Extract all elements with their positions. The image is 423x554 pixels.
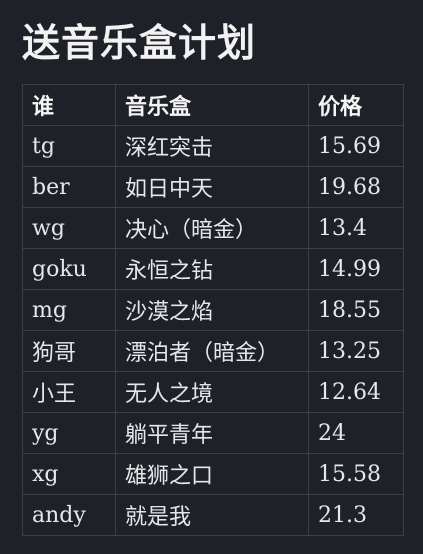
cell-who: mg <box>22 289 116 331</box>
table-row: xg 雄狮之口 15.58 <box>22 453 404 495</box>
cell-music-box: 漂泊者（暗金） <box>115 330 309 372</box>
table-row: wg 决心（暗金） 13.4 <box>22 207 404 249</box>
cell-music-box: 永恒之钻 <box>115 248 309 290</box>
cell-price: 18.55 <box>308 289 404 331</box>
cell-price: 13.4 <box>308 207 404 249</box>
cell-who: yg <box>22 412 116 454</box>
cell-price: 12.64 <box>308 371 404 413</box>
cell-music-box: 如日中天 <box>115 166 309 208</box>
table-row: goku 永恒之钻 14.99 <box>22 248 404 290</box>
table-row: 狗哥 漂泊者（暗金） 13.25 <box>22 330 404 372</box>
cell-who: 狗哥 <box>22 330 116 372</box>
column-header-who: 谁 <box>22 84 116 126</box>
cell-price: 24 <box>308 412 404 454</box>
cell-price: 21.3 <box>308 494 404 536</box>
cell-music-box: 深红突击 <box>115 125 309 167</box>
cell-who: tg <box>22 125 116 167</box>
table-row: tg 深红突击 15.69 <box>22 125 404 167</box>
cell-price: 15.69 <box>308 125 404 167</box>
cell-music-box: 雄狮之口 <box>115 453 309 495</box>
cell-who: ber <box>22 166 116 208</box>
table-row: yg 躺平青年 24 <box>22 412 404 454</box>
cell-who: xg <box>22 453 116 495</box>
cell-who: 小王 <box>22 371 116 413</box>
cell-who: andy <box>22 494 116 536</box>
column-header-price: 价格 <box>308 84 404 126</box>
cell-who: wg <box>22 207 116 249</box>
cell-music-box: 无人之境 <box>115 371 309 413</box>
table-header-row: 谁 音乐盒 价格 <box>22 84 404 126</box>
cell-music-box: 沙漠之焰 <box>115 289 309 331</box>
table-row: 小王 无人之境 12.64 <box>22 371 404 413</box>
music-box-table: 谁 音乐盒 价格 tg 深红突击 15.69 ber 如日中天 19.68 wg… <box>22 84 404 536</box>
cell-music-box: 就是我 <box>115 494 309 536</box>
cell-price: 14.99 <box>308 248 404 290</box>
table-row: mg 沙漠之焰 18.55 <box>22 289 404 331</box>
cell-price: 15.58 <box>308 453 404 495</box>
cell-price: 19.68 <box>308 166 404 208</box>
cell-music-box: 决心（暗金） <box>115 207 309 249</box>
cell-music-box: 躺平青年 <box>115 412 309 454</box>
cell-who: goku <box>22 248 116 290</box>
page: 送音乐盒计划 谁 音乐盒 价格 tg 深红突击 15.69 ber 如日中天 1… <box>0 0 423 554</box>
page-title: 送音乐盒计划 <box>22 21 257 65</box>
table-row: ber 如日中天 19.68 <box>22 166 404 208</box>
column-header-music-box: 音乐盒 <box>115 84 309 126</box>
cell-price: 13.25 <box>308 330 404 372</box>
table-row: andy 就是我 21.3 <box>22 494 404 536</box>
